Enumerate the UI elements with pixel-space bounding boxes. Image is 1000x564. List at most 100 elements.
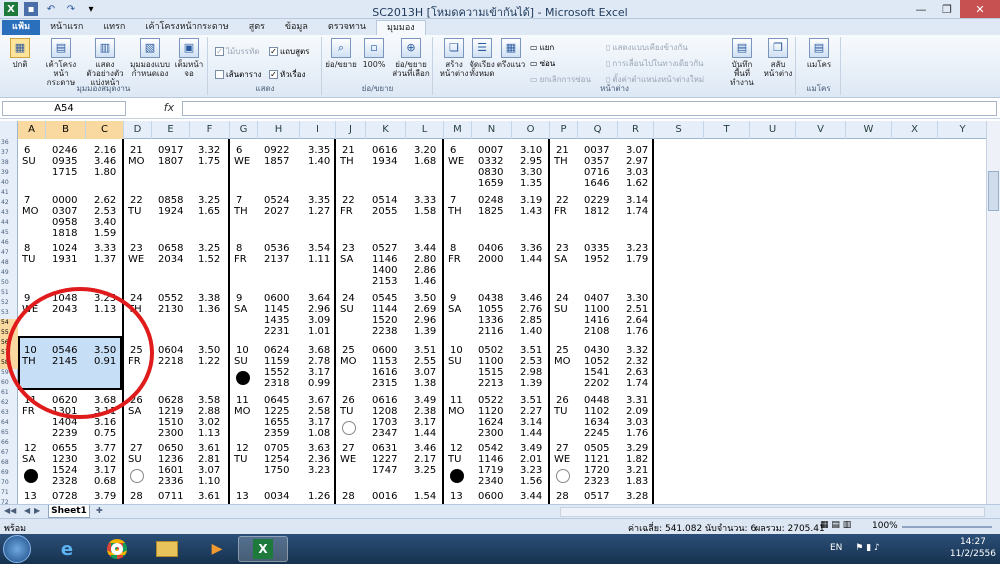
column-header[interactable]: C <box>86 121 124 139</box>
zoom-level[interactable]: 100% <box>872 521 898 531</box>
column-header[interactable]: O <box>512 121 550 139</box>
column-header[interactable]: P <box>550 121 578 139</box>
column-header[interactable]: A <box>18 121 46 139</box>
column-header[interactable]: L <box>406 121 444 139</box>
tab-file[interactable]: แฟ้ม <box>2 20 41 35</box>
horizontal-scrollbar[interactable] <box>560 507 985 517</box>
column-header[interactable]: J <box>336 121 366 139</box>
language-indicator[interactable]: EN <box>830 543 842 553</box>
clock[interactable]: 14:27 11/2/2556 <box>950 536 996 560</box>
media-player-icon[interactable]: ▶ <box>192 536 242 562</box>
row-header[interactable]: 53 <box>0 309 18 319</box>
row-header[interactable]: 36 <box>0 139 18 149</box>
column-header[interactable]: E <box>152 121 190 139</box>
formula-bar-checkbox[interactable]: ✓ แถบสูตร <box>269 45 309 58</box>
row-header[interactable]: 67 <box>0 449 18 459</box>
arrange-all-button[interactable]: ☰ จัดเรียงทั้งหมด <box>464 38 500 78</box>
column-header[interactable]: D <box>124 121 152 139</box>
vertical-scrollbar[interactable] <box>986 121 1000 504</box>
synchronous-scrolling-button[interactable]: ▯ การเลื่อนไปในทางเดียวกัน <box>606 57 704 70</box>
column-header[interactable]: Y <box>938 121 986 139</box>
row-header[interactable]: 64 <box>0 419 18 429</box>
row-header[interactable]: 45 <box>0 229 18 239</box>
gridlines-checkbox[interactable]: เส้นตาราง <box>215 68 261 81</box>
row-header[interactable]: 56 <box>0 339 18 349</box>
headings-checkbox[interactable]: ✓ หัวเรื่อง <box>269 68 306 81</box>
macros-button[interactable]: ▤ แมโคร <box>801 38 837 69</box>
row-header[interactable]: 41 <box>0 189 18 199</box>
save-workspace-button[interactable]: ▤ บันทึกพื้นที่ทำงาน <box>724 38 760 87</box>
column-header[interactable]: V <box>796 121 846 139</box>
insert-sheet-icon[interactable]: ✚ <box>96 506 103 515</box>
excel-taskbar-icon[interactable]: X <box>238 536 288 562</box>
row-header[interactable]: 57 <box>0 349 18 359</box>
full-screen-button[interactable]: ▣ เต็มหน้าจอ <box>172 38 206 78</box>
cell-area[interactable]: 6 SU 0246 0935 1715 2.16 3.46 1.80 21 MO 0917 1807 3… <box>18 139 986 504</box>
row-header[interactable]: 49 <box>0 269 18 279</box>
column-header[interactable]: X <box>892 121 938 139</box>
tab-page-layout[interactable]: เค้าโครงหน้ากระดาษ <box>135 20 238 35</box>
row-header[interactable]: 62 <box>0 399 18 409</box>
select-all-corner[interactable] <box>0 121 18 139</box>
chrome-icon[interactable] <box>92 536 142 562</box>
row-header[interactable]: 61 <box>0 389 18 399</box>
row-header[interactable]: 48 <box>0 259 18 269</box>
column-header[interactable]: K <box>366 121 406 139</box>
row-header[interactable]: 40 <box>0 179 18 189</box>
row-header[interactable]: 71 <box>0 489 18 499</box>
row-header[interactable]: 70 <box>0 479 18 489</box>
row-header[interactable]: 46 <box>0 239 18 249</box>
zoom-button[interactable]: ⌕ ย่อ/ขยาย <box>325 38 357 69</box>
start-button[interactable] <box>3 535 31 563</box>
ruler-checkbox[interactable]: ✓ ไม้บรรทัด <box>215 45 259 58</box>
column-header[interactable]: Q <box>578 121 618 139</box>
switch-windows-button[interactable]: ❐ สลับหน้าต่าง <box>760 38 796 78</box>
row-header[interactable]: 44 <box>0 219 18 229</box>
next-sheet-icon[interactable]: ▶ <box>34 506 40 515</box>
row-header[interactable]: 43 <box>0 209 18 219</box>
column-header[interactable]: M <box>444 121 472 139</box>
insert-function-icon[interactable]: fx <box>156 101 182 114</box>
view-buttons[interactable]: ▦ ▤ ▥ <box>820 520 851 530</box>
tab-formulas[interactable]: สูตร <box>239 20 275 35</box>
row-header[interactable]: 65 <box>0 429 18 439</box>
row-header[interactable]: 42 <box>0 199 18 209</box>
zoom-slider[interactable] <box>902 526 992 528</box>
row-header[interactable]: 39 <box>0 169 18 179</box>
row-header[interactable]: 68 <box>0 459 18 469</box>
tab-review[interactable]: ตรวจทาน <box>318 20 376 35</box>
column-header[interactable]: N <box>472 121 512 139</box>
row-header[interactable]: 55 <box>0 329 18 339</box>
row-header[interactable]: 54 <box>0 319 18 329</box>
hide-button[interactable]: ▭ ซ่อน <box>530 57 555 70</box>
column-header[interactable]: T <box>704 121 750 139</box>
row-header[interactable]: 52 <box>0 299 18 309</box>
custom-views-button[interactable]: ▧ มุมมองแบบกำหนดเอง <box>130 38 170 78</box>
row-header[interactable]: 59 <box>0 369 18 379</box>
tray-icons[interactable]: ⚑ ▮ ♪ <box>855 543 880 553</box>
view-side-by-side-button[interactable]: ▯ แสดงแบบเคียงข้างกัน <box>606 41 688 54</box>
minimize-button[interactable]: — <box>908 0 934 18</box>
column-header[interactable]: R <box>618 121 654 139</box>
normal-view-button[interactable]: ▦ ปกติ <box>2 38 38 69</box>
column-header[interactable]: H <box>258 121 300 139</box>
row-header[interactable]: 37 <box>0 149 18 159</box>
freeze-panes-button[interactable]: ▦ ตรึงแนว <box>496 38 526 69</box>
row-header[interactable]: 69 <box>0 469 18 479</box>
name-box[interactable]: A54 <box>2 101 126 116</box>
column-header[interactable]: B <box>46 121 86 139</box>
row-header[interactable]: 60 <box>0 379 18 389</box>
column-header[interactable]: G <box>230 121 258 139</box>
vertical-scroll-thumb[interactable] <box>988 171 999 211</box>
tab-data[interactable]: ข้อมูล <box>275 20 318 35</box>
column-header[interactable]: W <box>846 121 892 139</box>
internet-explorer-icon[interactable]: e <box>42 536 92 562</box>
row-header[interactable]: 58 <box>0 359 18 369</box>
prev-sheet-icon[interactable]: ◀ <box>24 506 30 515</box>
row-header[interactable]: 50 <box>0 279 18 289</box>
column-header[interactable]: F <box>190 121 230 139</box>
restore-button[interactable]: ❐ <box>934 0 960 18</box>
sheet-tab-sheet1[interactable]: Sheet1 <box>48 505 90 518</box>
row-header[interactable]: 51 <box>0 289 18 299</box>
close-button[interactable]: ✕ <box>960 0 1000 18</box>
